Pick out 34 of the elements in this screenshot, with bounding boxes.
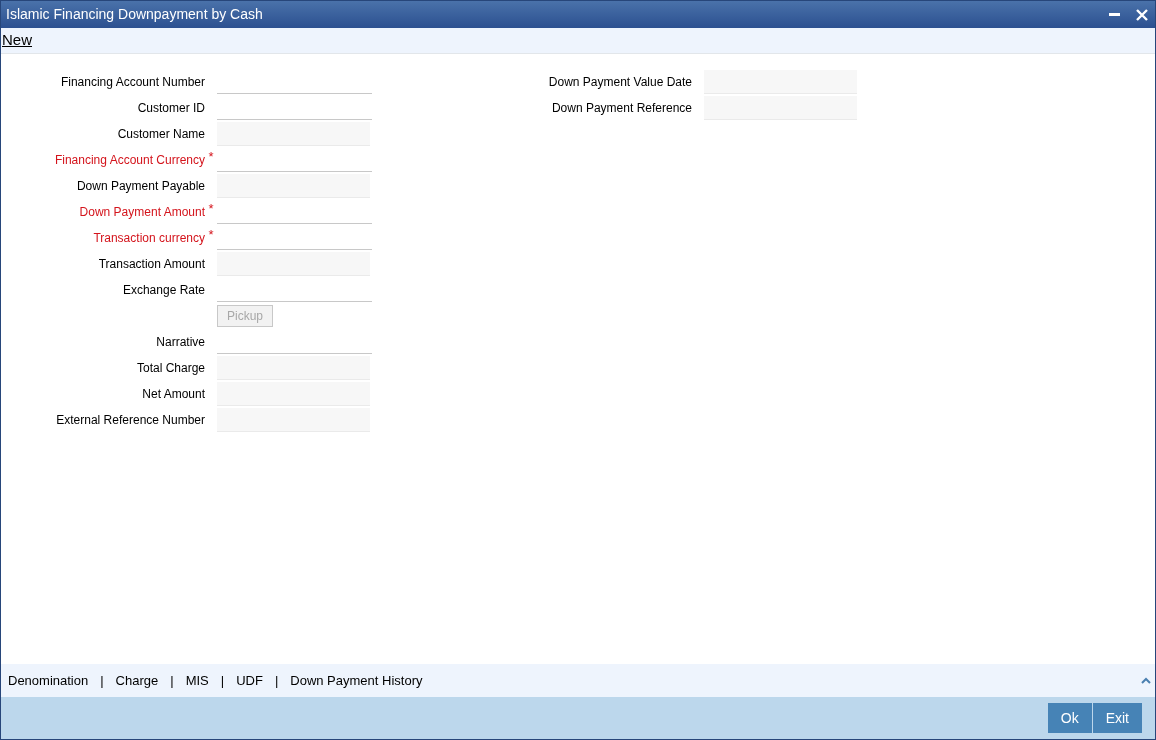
field-label: Transaction Amount: [98, 256, 205, 273]
field-label: Narrative: [156, 334, 205, 351]
required-asterisk: *: [208, 150, 214, 163]
field-label: External Reference Number: [56, 412, 205, 429]
field-label: Financing Account Number: [60, 74, 205, 91]
new-link[interactable]: New: [2, 29, 32, 52]
required-asterisk: *: [208, 228, 214, 241]
field-label: Transaction currency: [93, 230, 205, 247]
field-label: Net Amount: [142, 386, 205, 403]
field-label: Total Charge: [136, 360, 205, 377]
field-label: Down Payment Payable: [76, 178, 205, 195]
close-icon[interactable]: [1136, 8, 1148, 21]
exit-button[interactable]: Exit: [1092, 703, 1142, 733]
field-label: Customer ID: [137, 100, 205, 117]
ok-button[interactable]: Ok: [1047, 703, 1092, 733]
tab-separator: |: [274, 671, 279, 690]
field-label: Down Payment Reference: [551, 100, 692, 117]
tab-separator: |: [170, 671, 174, 690]
footer-tab-link[interactable]: MIS: [185, 670, 209, 691]
tab-separator: |: [220, 671, 225, 690]
field-label: Down Payment Value Date: [548, 74, 692, 91]
minimize-icon[interactable]: [1109, 12, 1120, 17]
field-label: Financing Account Currency: [54, 152, 205, 169]
footer-tab-link[interactable]: Down Payment History: [290, 670, 423, 691]
footer-tab-link[interactable]: Charge: [115, 670, 159, 691]
field-label: Exchange Rate: [122, 282, 205, 299]
field-label: Down Payment Amount: [79, 204, 205, 221]
required-asterisk: *: [208, 202, 214, 215]
footer-tab-link[interactable]: UDF: [236, 670, 263, 691]
footer-tab-link[interactable]: Denomination: [8, 670, 89, 691]
window-title: Islamic Financing Downpayment by Cash: [6, 5, 263, 24]
field-label: Customer Name: [117, 126, 205, 143]
tab-separator: |: [100, 671, 104, 690]
collapse-caret-icon[interactable]: [1141, 677, 1151, 684]
